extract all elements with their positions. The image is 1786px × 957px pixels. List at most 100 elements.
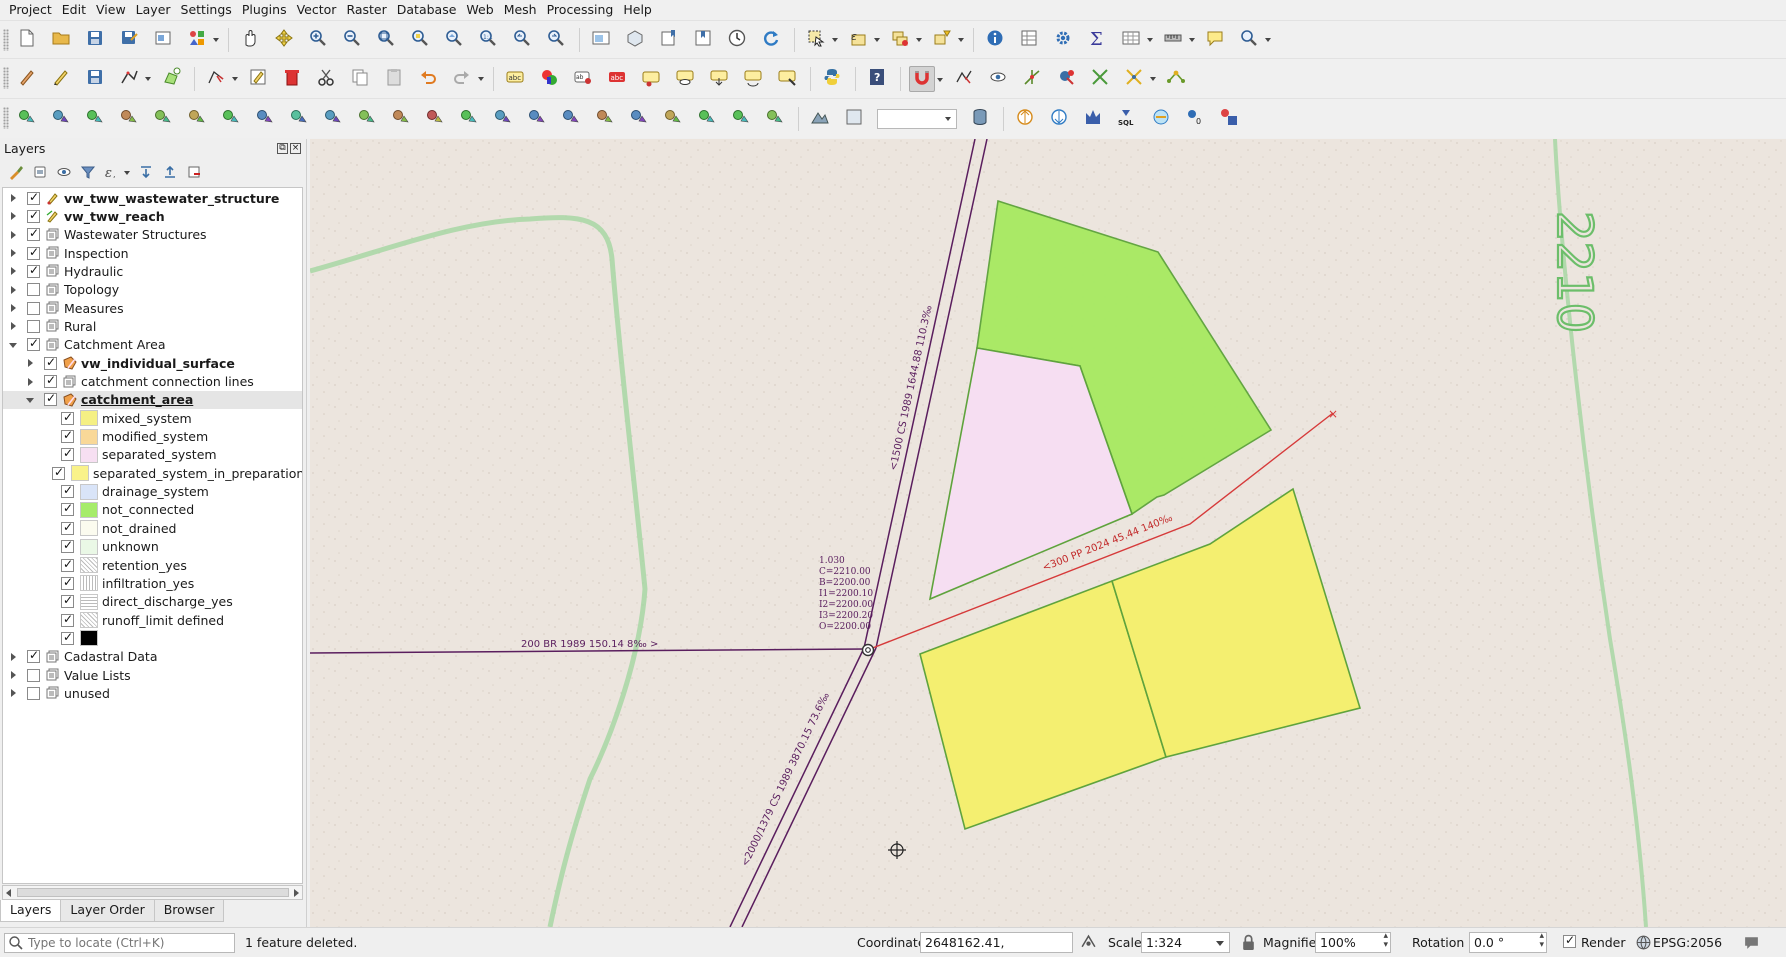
settings-button[interactable] bbox=[524, 106, 550, 132]
collapse-arrow-icon[interactable] bbox=[9, 340, 18, 350]
db-button[interactable] bbox=[967, 106, 993, 132]
measure-button[interactable] bbox=[1160, 27, 1195, 53]
crs-button[interactable]: EPSG:2056 bbox=[1653, 935, 1722, 950]
temporal-controller-button[interactable] bbox=[724, 27, 750, 53]
python-console-button[interactable] bbox=[819, 66, 845, 92]
coordinate-format-icon[interactable] bbox=[1080, 934, 1097, 951]
locator-search-button[interactable] bbox=[1236, 27, 1271, 53]
legend-item[interactable]: not_drained bbox=[3, 519, 302, 537]
visibility-checkbox[interactable] bbox=[61, 575, 74, 590]
network-button[interactable] bbox=[116, 106, 142, 132]
refresh-button[interactable] bbox=[758, 27, 784, 53]
tab-browser[interactable]: Browser bbox=[153, 900, 225, 922]
simplify-button[interactable] bbox=[660, 106, 686, 132]
visibility-checkbox[interactable] bbox=[61, 593, 74, 609]
visibility-checkbox[interactable] bbox=[61, 410, 74, 425]
expand-arrow-icon[interactable] bbox=[26, 358, 35, 368]
visibility-checkbox[interactable] bbox=[44, 355, 57, 370]
map-tips-button[interactable] bbox=[1202, 27, 1228, 53]
save-as-button[interactable] bbox=[116, 27, 142, 53]
menu-processing[interactable]: Processing bbox=[542, 0, 619, 20]
map-svg[interactable]: 2210 × <1500 CS 1989 1644.88 110.3‰ <300… bbox=[310, 139, 1786, 927]
redo-button[interactable] bbox=[449, 66, 484, 92]
bookmark-new-button[interactable] bbox=[656, 27, 682, 53]
delete-part-button[interactable] bbox=[762, 106, 788, 132]
pan-to-selection-button[interactable] bbox=[271, 27, 297, 53]
toggle-editing-button[interactable] bbox=[48, 66, 74, 92]
topology-editing-button[interactable] bbox=[1163, 66, 1189, 92]
help-button[interactable]: ? bbox=[864, 66, 890, 92]
zoom-selection-button[interactable] bbox=[407, 27, 433, 53]
avoid-overlap-button[interactable] bbox=[1053, 66, 1079, 92]
crs-globe-icon[interactable] bbox=[1635, 934, 1652, 951]
print-layout-button[interactable] bbox=[150, 27, 176, 53]
float-panel-icon[interactable]: ⧉ bbox=[277, 143, 288, 154]
layer-tree-item[interactable]: Hydraulic bbox=[3, 262, 302, 280]
disconnect-button[interactable] bbox=[490, 106, 516, 132]
visibility-checkbox[interactable] bbox=[61, 501, 74, 517]
select-features-button[interactable] bbox=[803, 27, 838, 53]
menu-vector[interactable]: Vector bbox=[292, 0, 342, 20]
toolbar-grip[interactable] bbox=[3, 67, 9, 89]
vertex-tool-button[interactable] bbox=[203, 66, 238, 92]
add-annotation-button[interactable] bbox=[929, 27, 964, 53]
menu-project[interactable]: Project bbox=[4, 0, 57, 20]
lock-icon[interactable] bbox=[1240, 934, 1257, 951]
zoom-next-button[interactable] bbox=[543, 27, 569, 53]
tab-layer-order[interactable]: Layer Order bbox=[60, 900, 155, 922]
expand-arrow-icon[interactable] bbox=[9, 652, 18, 662]
visibility-checkbox[interactable] bbox=[27, 190, 40, 205]
digitize-button[interactable] bbox=[116, 66, 151, 92]
cut-features-button[interactable] bbox=[313, 66, 339, 92]
expand-arrow-icon[interactable] bbox=[9, 321, 18, 331]
filter-legend-icon[interactable] bbox=[78, 163, 98, 181]
pan-button[interactable] bbox=[237, 27, 263, 53]
layer-combo[interactable] bbox=[877, 108, 957, 129]
sql-button[interactable]: SQL bbox=[1114, 106, 1140, 132]
expand-arrow-icon[interactable] bbox=[9, 688, 18, 698]
visibility-checkbox[interactable] bbox=[27, 301, 40, 315]
menu-web[interactable]: Web bbox=[461, 0, 498, 20]
layer-tree-item[interactable]: Measures bbox=[3, 299, 302, 317]
visibility-checkbox[interactable] bbox=[61, 538, 74, 554]
layer-tree-item[interactable]: Cadastral Data bbox=[3, 648, 302, 666]
current-edits-button[interactable] bbox=[14, 66, 40, 92]
show-hide-labels-button[interactable] bbox=[672, 66, 698, 92]
copy-features-button[interactable] bbox=[347, 66, 373, 92]
layer-tree-item[interactable]: Wastewater Structures bbox=[3, 226, 302, 244]
locator-bar[interactable] bbox=[4, 933, 235, 953]
locator-input[interactable] bbox=[28, 936, 228, 950]
search-layer-button[interactable] bbox=[841, 106, 867, 132]
add-group-icon[interactable] bbox=[30, 163, 50, 181]
rotate-button[interactable] bbox=[558, 106, 584, 132]
legend-item[interactable]: direct_discharge_yes bbox=[3, 593, 302, 611]
toggle-label-display-button[interactable]: abc bbox=[604, 66, 630, 92]
visibility-checkbox[interactable] bbox=[27, 226, 40, 242]
visibility-checkbox[interactable] bbox=[52, 465, 65, 480]
visibility-checkbox[interactable] bbox=[27, 336, 40, 352]
visibility-checkbox[interactable] bbox=[61, 612, 74, 627]
expand-arrow-icon[interactable] bbox=[9, 248, 18, 258]
visibility-checkbox[interactable] bbox=[27, 648, 40, 664]
undo-button[interactable] bbox=[415, 66, 441, 92]
scroll-right-icon[interactable] bbox=[294, 889, 299, 897]
open-attribute-table-button[interactable] bbox=[1118, 27, 1153, 53]
style-manager-button[interactable] bbox=[184, 27, 219, 53]
messages-icon[interactable] bbox=[1743, 934, 1760, 951]
coordinate-field[interactable]: 2648162.41, 1143418.52 bbox=[920, 932, 1073, 957]
zoom-layer-button[interactable] bbox=[441, 27, 467, 53]
menu-help[interactable]: Help bbox=[618, 0, 657, 20]
cadastral-button[interactable] bbox=[1012, 106, 1038, 132]
layer-tree-item[interactable]: vw_tww_reach bbox=[3, 207, 302, 225]
downstream-button[interactable] bbox=[218, 106, 244, 132]
connect-wizard-button[interactable] bbox=[1148, 106, 1174, 132]
flow-times-button[interactable] bbox=[286, 106, 312, 132]
legend-item[interactable]: separated_system bbox=[3, 446, 302, 464]
new-map-view-button[interactable] bbox=[588, 27, 614, 53]
collapse-all-icon[interactable] bbox=[160, 163, 180, 181]
zoom-out-button[interactable] bbox=[339, 27, 365, 53]
visibility-checkbox[interactable] bbox=[61, 483, 74, 499]
layer-tree-scrollbar[interactable] bbox=[2, 885, 303, 900]
offset-button[interactable] bbox=[626, 106, 652, 132]
expand-arrow-icon[interactable] bbox=[9, 193, 18, 203]
